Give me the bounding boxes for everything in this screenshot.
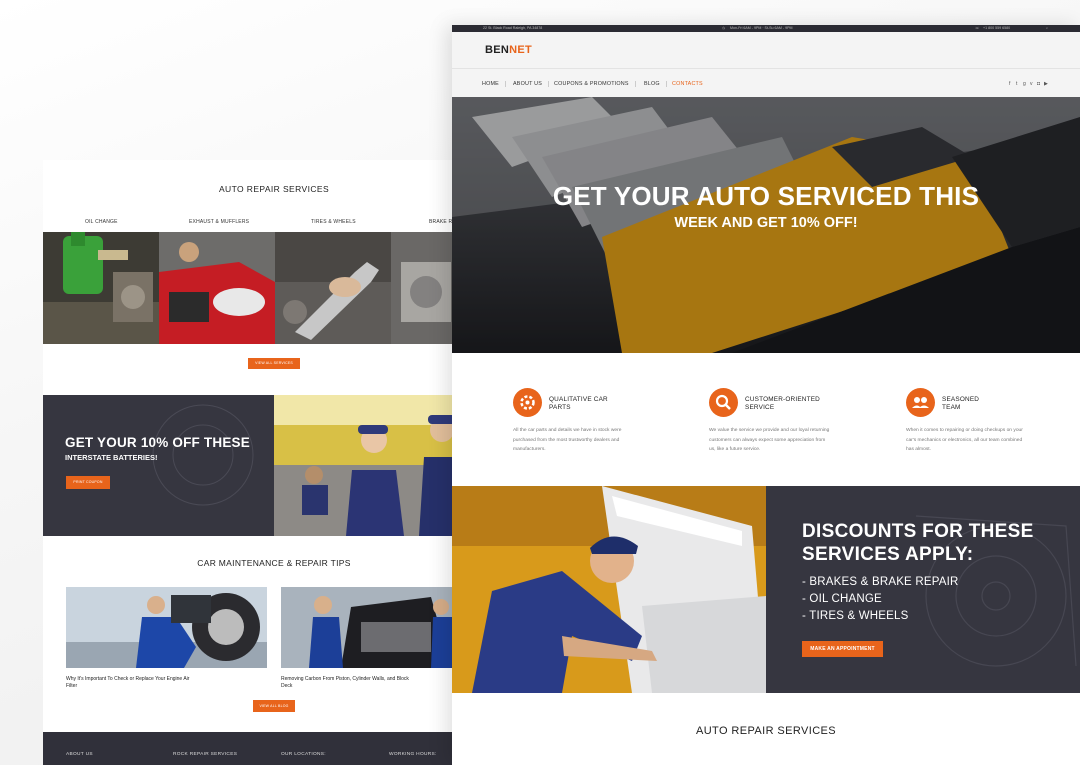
- footer-hours[interactable]: WORKING HOURS:: [389, 752, 437, 757]
- logo-part-2: NET: [509, 44, 533, 56]
- discounts-heading-line-1: DISCOUNTS FOR THESE: [802, 521, 1034, 542]
- back-page-preview: AUTO REPAIR SERVICES OIL CHANGE EXHAUST …: [43, 160, 463, 765]
- hero-heading: GET YOUR AUTO SERVICED THIS: [552, 181, 980, 211]
- engine-sketch-decoration: [152, 404, 254, 506]
- feature-title-line-2: PARTS: [549, 404, 571, 411]
- googleplus-icon[interactable]: g: [1023, 81, 1026, 87]
- twitter-icon[interactable]: t: [1016, 81, 1017, 87]
- tab-exhaust[interactable]: EXHAUST & MUFFLERS: [189, 219, 249, 225]
- wrench-icon: [709, 388, 738, 417]
- clock-icon: ◷: [722, 26, 726, 30]
- tip-image-air-filter: [66, 587, 267, 668]
- discounts-section: DISCOUNTS FOR THESE SERVICES APPLY: - BR…: [452, 486, 1080, 693]
- hero-subheading: WEEK AND GET 10% OFF!: [674, 215, 858, 231]
- main-nav: HOME ABOUT US COUPONS & PROMOTIONS BLOG …: [452, 68, 1080, 98]
- site-logo[interactable]: BENNET: [485, 44, 532, 56]
- search-icon[interactable]: ⌕: [1046, 26, 1048, 30]
- make-appointment-button[interactable]: MAKE AN APPOINTMENT: [802, 641, 883, 657]
- phone-text[interactable]: +1 800 559 6580: [983, 26, 1010, 30]
- top-info-bar: 22 St. Black Road Raleigh, PA 34878 ◷ Mo…: [452, 25, 1080, 32]
- nav-coupons[interactable]: COUPONS & PROMOTIONS: [554, 81, 636, 87]
- hours-text: Mon-Fri 6AM - 9PM · St-Su 6AM - 9PM: [730, 26, 793, 30]
- youtube-icon[interactable]: ▶: [1044, 81, 1048, 87]
- engine-sketch-decoration: [915, 515, 1077, 667]
- front-services-title: AUTO REPAIR SERVICES: [695, 725, 837, 737]
- feature-description: We value the service we provide and our …: [709, 428, 830, 452]
- mechanics-photo: [274, 395, 463, 536]
- gear-icon: [513, 388, 542, 417]
- discount-item: - TIRES & WHEELS: [802, 610, 909, 622]
- team-icon: [906, 388, 935, 417]
- view-all-services-button[interactable]: VIEW ALL SERVICES: [248, 358, 300, 369]
- site-header: BENNET HOME ABOUT US COUPONS & PROMOTION…: [452, 32, 1080, 97]
- nav-home[interactable]: HOME: [482, 81, 506, 87]
- front-page-preview: 22 St. Black Road Raleigh, PA 34878 ◷ Mo…: [452, 25, 1080, 765]
- footer-services[interactable]: ROCK REPAIR SERVICES: [173, 752, 237, 757]
- feature-title-line-2: SERVICE: [745, 404, 775, 411]
- nav-blog[interactable]: BLOG: [644, 81, 667, 87]
- phone-icon: ☏: [975, 26, 980, 30]
- feature-title-line-1: QUALITATIVE CAR: [549, 396, 608, 403]
- logo-part-1: BEN: [485, 44, 510, 56]
- back-services-title: AUTO REPAIR SERVICES: [218, 184, 330, 194]
- service-images: [43, 232, 463, 344]
- print-coupon-button[interactable]: PRINT COUPON: [66, 476, 110, 489]
- back-service-tabs: OIL CHANGE EXHAUST & MUFFLERS TIRES & WH…: [43, 215, 463, 231]
- exhaust-image: [159, 232, 275, 344]
- discount-item: - OIL CHANGE: [802, 593, 882, 605]
- vimeo-icon[interactable]: v: [1030, 81, 1033, 87]
- feature-description: When it comes to repairing or doing chec…: [906, 428, 1023, 452]
- mechanic-under-hood-photo: [452, 486, 766, 693]
- discounts-heading-line-2: SERVICES APPLY:: [802, 544, 974, 565]
- back-footer: ABOUT US ROCK REPAIR SERVICES OUR LOCATI…: [43, 732, 463, 765]
- tab-brakes[interactable]: BRAKE R: [429, 219, 452, 225]
- promo-heading: GET YOUR 10% OFF THESE: [65, 435, 250, 450]
- hero-banner: GET YOUR AUTO SERVICED THIS WEEK AND GET…: [452, 97, 1080, 353]
- facebook-icon[interactable]: f: [1009, 81, 1010, 87]
- tip-image-carbon: [281, 587, 463, 668]
- footer-locations[interactable]: OUR LOCATIONS:: [281, 752, 326, 757]
- nav-about-us[interactable]: ABOUT US: [513, 81, 550, 87]
- discount-item: - BRAKES & BRAKE REPAIR: [802, 576, 959, 588]
- oil-change-image: [43, 232, 159, 344]
- discounts-panel: DISCOUNTS FOR THESE SERVICES APPLY: - BR…: [766, 486, 1080, 693]
- instagram-icon[interactable]: ◘: [1037, 81, 1040, 87]
- feature-title-line-1: CUSTOMER-ORIENTED: [745, 396, 821, 403]
- discounts-heading: DISCOUNTS FOR THESE SERVICES APPLY:: [802, 520, 1034, 566]
- promo-subheading: INTERSTATE BATTERIES!: [65, 453, 158, 462]
- address-text: 22 St. Black Road Raleigh, PA 34878: [483, 26, 543, 30]
- nav-contacts[interactable]: CONTACTS: [672, 81, 709, 87]
- feature-title: SEASONED TEAM: [942, 396, 979, 412]
- tab-oil-change[interactable]: OIL CHANGE: [85, 219, 118, 225]
- tires-wheels-image: [275, 232, 391, 344]
- tip-caption-1[interactable]: Why It's Important To Check or Replace Y…: [66, 676, 196, 689]
- feature-title-line-2: TEAM: [942, 404, 961, 411]
- tips-title: CAR MAINTENANCE & REPAIR TIPS: [197, 558, 351, 568]
- view-all-blog-button[interactable]: VIEW ALL BLOG: [253, 700, 295, 712]
- feature-description: All the car parts and details we have in…: [513, 428, 622, 452]
- battery-promo: GET YOUR 10% OFF THESE INTERSTATE BATTER…: [43, 395, 463, 536]
- footer-about[interactable]: ABOUT US: [66, 752, 93, 757]
- feature-title: CUSTOMER-ORIENTED SERVICE: [745, 396, 820, 412]
- tip-caption-2[interactable]: Removing Carbon From Piston, Cylinder Wa…: [281, 676, 411, 689]
- feature-title-line-1: SEASONED: [942, 396, 980, 403]
- tab-tires[interactable]: TIRES & WHEELS: [311, 219, 356, 225]
- feature-title: QUALITATIVE CAR PARTS: [549, 396, 608, 412]
